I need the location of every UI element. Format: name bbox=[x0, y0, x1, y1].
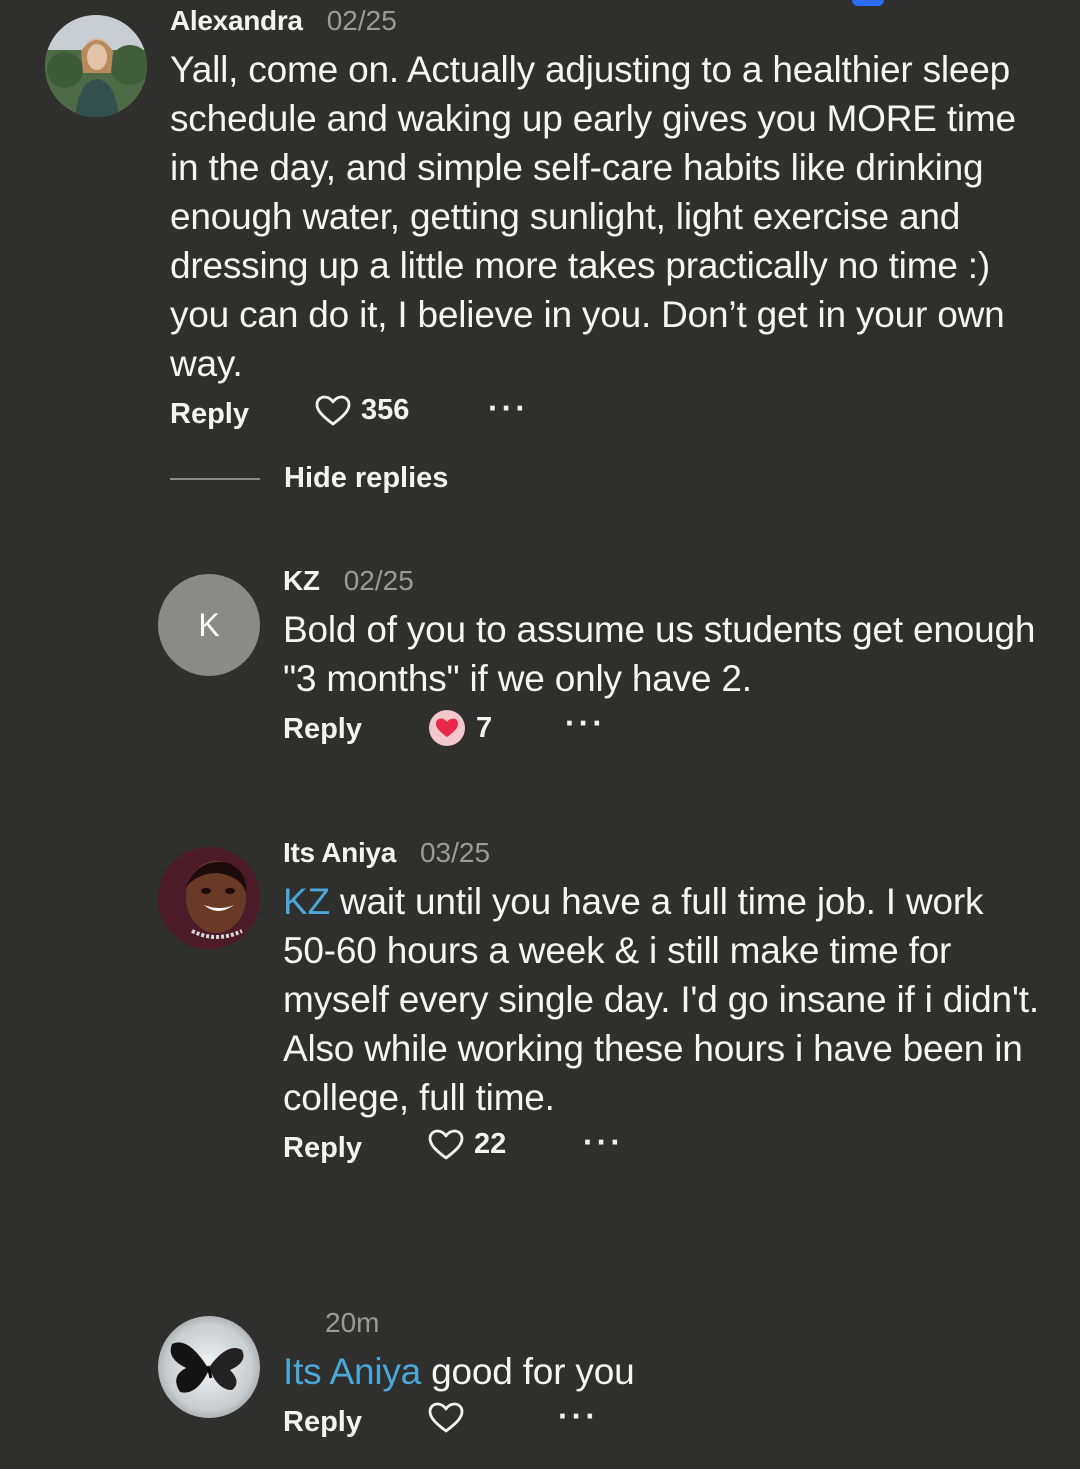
more-options-button[interactable]: ··· bbox=[583, 1124, 624, 1161]
mention-link[interactable]: KZ bbox=[283, 881, 330, 922]
comment-actions: Reply 22 ··· bbox=[283, 1124, 1040, 1174]
comment-meta: Its Aniya 03/25 bbox=[283, 837, 1040, 877]
more-options-button[interactable]: ··· bbox=[488, 390, 529, 427]
avatar-letter: K bbox=[198, 606, 220, 643]
avatar-its-aniya[interactable] bbox=[158, 847, 260, 949]
hide-replies-button[interactable]: Hide replies bbox=[284, 462, 448, 495]
mention-link[interactable]: Its Aniya bbox=[283, 1351, 421, 1392]
comment-text-body: wait until you have a full time job. I w… bbox=[283, 881, 1039, 1118]
comment-date: 02/25 bbox=[326, 5, 397, 36]
comment-meta: Alexandra 02/25 bbox=[170, 5, 1040, 45]
like-count: 356 bbox=[361, 394, 410, 426]
reply-button[interactable]: Reply bbox=[283, 713, 362, 746]
like-button[interactable]: 7 bbox=[428, 709, 492, 747]
heart-icon bbox=[315, 395, 351, 425]
reply-button[interactable]: Reply bbox=[170, 398, 249, 431]
like-count: 22 bbox=[474, 1128, 507, 1160]
comment-actions: Reply ··· bbox=[283, 1398, 1040, 1448]
reply-button[interactable]: Reply bbox=[283, 1132, 362, 1165]
divider bbox=[170, 477, 260, 480]
comment-text: Yall, come on. Actually adjusting to a h… bbox=[170, 49, 1016, 384]
comment-date: 20m bbox=[325, 1307, 380, 1338]
heart-filled-icon bbox=[429, 710, 465, 746]
avatar-butterfly[interactable] bbox=[158, 1316, 260, 1418]
like-button[interactable]: 356 bbox=[315, 394, 409, 427]
comment-date: 02/25 bbox=[343, 565, 414, 596]
comment-text-body: good for you bbox=[421, 1351, 635, 1392]
username[interactable]: Alexandra bbox=[170, 5, 303, 37]
avatar-alexandra[interactable] bbox=[45, 15, 147, 117]
comment-text: KZ wait until you have a full time job. … bbox=[283, 877, 1040, 1122]
username[interactable]: KZ bbox=[283, 565, 320, 597]
comment-actions: Reply 7 ··· bbox=[283, 705, 1040, 755]
more-options-button[interactable]: ··· bbox=[565, 705, 606, 742]
hide-replies[interactable]: Hide replies bbox=[170, 462, 448, 495]
comment-actions: Reply 356 ··· bbox=[170, 390, 1040, 440]
heart-icon bbox=[428, 1129, 464, 1159]
like-button[interactable] bbox=[428, 1402, 474, 1434]
username[interactable]: Its Aniya bbox=[283, 837, 396, 869]
avatar-kz[interactable]: K bbox=[158, 574, 260, 676]
reply-button[interactable]: Reply bbox=[283, 1406, 362, 1439]
like-button[interactable]: 22 bbox=[428, 1128, 506, 1161]
comment-date: 03/25 bbox=[419, 837, 491, 868]
comment-text: Bold of you to assume us students get en… bbox=[283, 609, 1036, 699]
comment-text: Its Aniya good for you bbox=[283, 1347, 1040, 1396]
comment-meta: 20m bbox=[283, 1307, 1040, 1347]
comment-meta: KZ 02/25 bbox=[283, 565, 1040, 605]
like-count: 7 bbox=[476, 711, 493, 744]
more-options-button[interactable]: ··· bbox=[558, 1398, 599, 1435]
heart-icon bbox=[428, 1402, 464, 1433]
